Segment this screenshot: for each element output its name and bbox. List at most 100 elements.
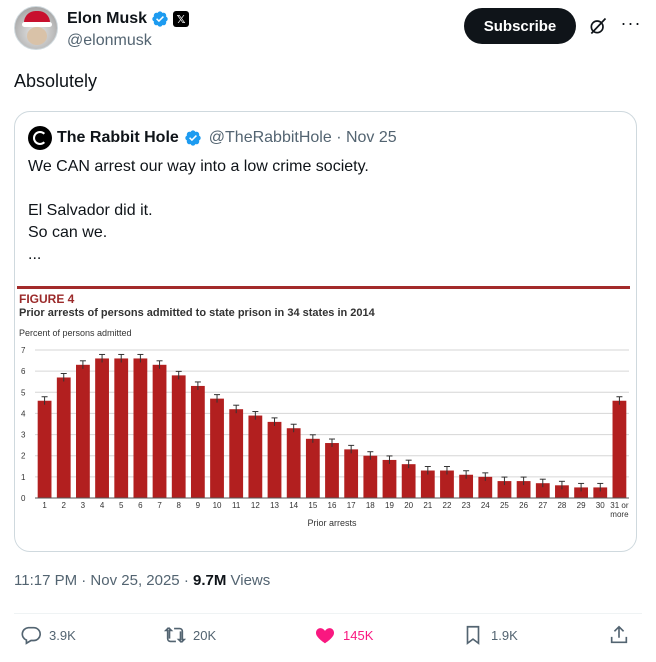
quoted-line: El Salvador did it. [28,202,153,219]
like-button[interactable]: 145K [314,624,373,646]
bookmark-icon [466,625,480,645]
views-count: 9.7M [192,572,227,589]
x-tick-label: 15 [308,501,317,510]
bar [248,415,263,498]
like-count: 145K [343,627,374,643]
x-tick-label: 12 [251,501,260,510]
bar [401,464,416,498]
more-options-icon[interactable]: ··· [620,14,642,36]
x-tick-label: 25 [500,501,509,510]
x-logo-icon[interactable]: 𝕏 [173,11,190,27]
x-tick-label: 5 [119,501,124,510]
bar [286,428,301,498]
x-tick-label: 17 [347,501,356,510]
chart-title: Prior arrests of persons admitted to sta… [19,307,375,319]
views-label: Views [226,572,271,589]
x-tick-label: 9 [196,501,201,510]
x-tick-label: 24 [481,501,490,510]
y-tick-label: 4 [21,409,26,418]
repost-button[interactable]: 20K [164,624,216,646]
bar [133,358,148,498]
y-tick-label: 0 [21,494,26,503]
share-button[interactable] [608,624,630,646]
bar [325,443,339,498]
author-avatar[interactable] [14,6,58,50]
subscribe-button[interactable]: Subscribe [464,8,576,44]
bar [152,364,167,498]
bar [76,364,90,498]
x-tick-label: 26 [519,501,528,510]
chart-x-label: Prior arrests [307,518,357,528]
x-tick-label: 14 [289,501,298,510]
x-tick-label: 20 [404,501,413,510]
x-tick-label: 16 [328,501,337,510]
verified-badge-icon[interactable] [151,10,169,28]
y-tick-label: 5 [21,388,26,397]
y-tick-label: 6 [21,367,26,376]
bar [37,400,52,498]
bar [114,358,129,498]
quoted-author-name[interactable]: The Rabbit Hole [57,129,179,147]
bar [210,398,224,498]
x-tick-label: 11 [232,501,241,510]
x-tick-label: 6 [138,501,143,510]
reply-icon [21,626,41,645]
quoted-post-header: The Rabbit Hole @TheRabbitHole · Nov 25 [28,126,397,150]
post-text: Absolutely [14,71,98,91]
bookmark-button[interactable]: 1.9K [462,624,518,646]
bar [363,455,378,498]
bar [344,449,359,498]
timestamp-text[interactable]: 11:17 PM · Nov 25, 2025 · [14,572,193,589]
x-tick-label: 18 [366,501,375,510]
y-tick-label: 3 [21,431,26,440]
chart-image[interactable]: FIGURE 4 Prior arrests of persons admitt… [17,282,634,550]
avatar-face [27,27,47,45]
bar [229,409,244,498]
x-tick-label: 21 [423,501,432,510]
author-handle[interactable]: @elonmusk [67,32,152,50]
grok-icon[interactable] [588,16,608,36]
x-tick-label: 8 [176,501,181,510]
x-tick-label: 7 [157,501,162,510]
author-display-name[interactable]: Elon Musk [67,10,147,28]
heart-icon [315,628,335,644]
x-tick-label: 4 [100,501,105,510]
x-tick-label: 2 [62,501,67,510]
x-tick-label: 29 [577,501,586,510]
bar [267,421,282,498]
quoted-line: So can we. [28,224,108,241]
bar [440,470,454,498]
quoted-author-handle-date: @TheRabbitHole · Nov 25 [208,129,397,146]
bookmark-count: 1.9K [491,627,518,643]
bar-chart: 012345671 2 3 4 5 6 7 8 9 10 11 12 13 14 15 16 17 18 19 20 2… [21,346,629,528]
post-header: Elon Musk 𝕏 @elonmusk Subscribe ··· [14,6,642,54]
verified-badge-icon [185,130,201,146]
quoted-line: We CAN arrest our way into a low crime s… [28,158,369,175]
quoted-post[interactable]: The Rabbit Hole @TheRabbitHole · Nov 25 … [14,111,637,552]
repost-icon [164,627,186,643]
figure-rule [17,286,630,289]
y-tick-label: 7 [21,346,26,355]
quoted-line: ... [28,246,42,263]
y-tick-label: 2 [21,452,26,461]
figure-label: FIGURE 4 [19,292,75,306]
action-bar: 3.9K 20K 145K 1.9K [14,624,642,654]
x-tick-label: 10 [213,501,222,510]
bar [95,358,109,498]
share-icon [610,625,628,644]
reply-button[interactable]: 3.9K [20,624,76,646]
bar [420,470,435,498]
x-tick-label: more [610,510,629,519]
x-tick-label: 28 [557,501,566,510]
post-timestamp[interactable]: 11:17 PM · Nov 25, 2025 · 9.7M Views [14,572,270,589]
repost-count: 20K [193,627,217,643]
reply-count: 3.9K [49,627,76,643]
quoted-author-avatar[interactable] [28,126,52,150]
y-tick-label: 1 [21,473,26,482]
x-tick-label: 22 [443,501,452,510]
chart-y-label: Percent of persons admitted [19,328,132,338]
bar [305,438,320,498]
x-tick-label: 3 [81,501,86,510]
bar [190,385,205,498]
divider [14,613,642,614]
